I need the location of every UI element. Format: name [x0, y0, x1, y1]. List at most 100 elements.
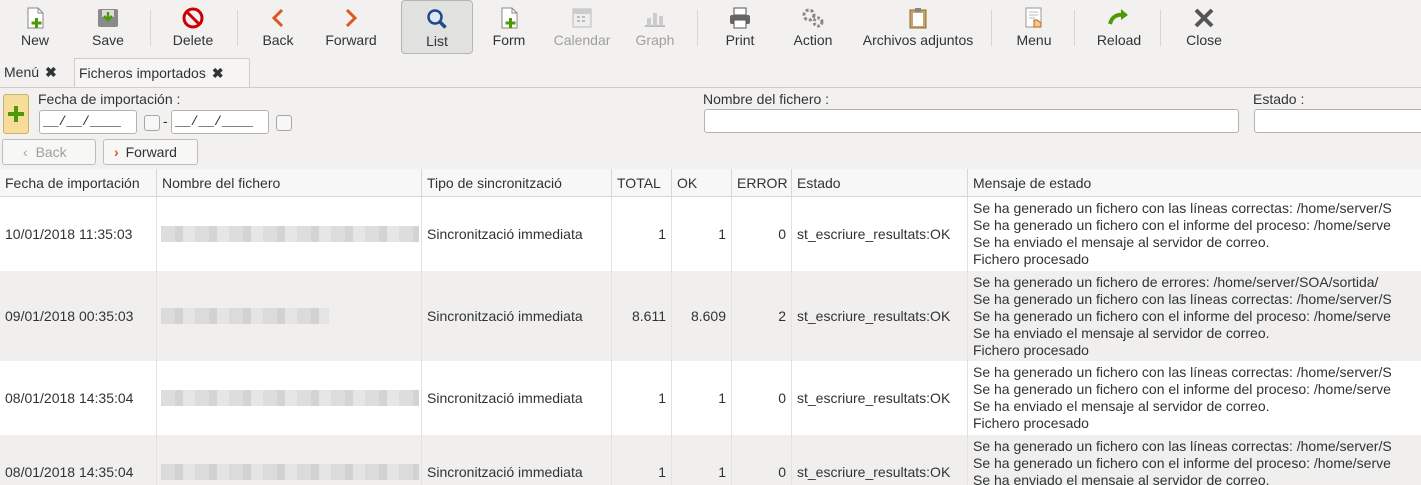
redacted-file-name	[161, 226, 419, 242]
cell-sync-type: Sincronització immediata	[422, 271, 612, 361]
cell-error: 0	[732, 197, 792, 271]
action-button[interactable]: Action	[786, 0, 840, 56]
status-input[interactable]	[1254, 109, 1421, 133]
table-header: Fecha de importación Nombre del fichero …	[0, 169, 1421, 197]
new-button[interactable]: New	[10, 0, 60, 56]
tab-bar: Menú ✖ Ficheros importados ✖	[0, 56, 1421, 88]
column-header-message[interactable]: Mensaje de estado	[968, 169, 1421, 196]
calendar-button[interactable]: Calendar	[548, 0, 616, 56]
message-lines: Se ha generado un fichero con las líneas…	[973, 438, 1392, 485]
toolbar-separator	[237, 10, 238, 46]
date-from-calendar-icon[interactable]	[144, 115, 160, 131]
cell-file-name	[157, 271, 422, 361]
cell-message: Se ha generado un fichero con las líneas…	[968, 435, 1421, 485]
cell-ok: 1	[672, 435, 732, 485]
cell-total: 1	[612, 197, 672, 271]
cell-status: st_escriure_resultats:OK	[792, 271, 968, 361]
cell-error: 2	[732, 271, 792, 361]
filter-panel: Fecha de importación : __/__/____ - __/_…	[0, 88, 1421, 168]
tab-label: Ficheros importados	[79, 65, 206, 81]
graph-button[interactable]: Graph	[629, 0, 681, 56]
save-button[interactable]: Save	[83, 0, 133, 56]
tab-close-icon[interactable]: ✖	[212, 65, 224, 81]
close-button[interactable]: Close	[1179, 0, 1229, 56]
cell-status: st_escriure_resultats:OK	[792, 361, 968, 435]
message-lines: Se ha generado un fichero con las líneas…	[973, 364, 1392, 431]
toolbar-separator	[697, 10, 698, 46]
filter-back-button[interactable]: ‹ Back	[2, 139, 96, 165]
table-row[interactable]: 09/01/2018 00:35:03 Sincronització immed…	[0, 271, 1421, 361]
filter-forward-button[interactable]: › Forward	[103, 139, 198, 165]
file-name-filter-label: Nombre del fichero :	[703, 91, 830, 107]
tab-menu[interactable]: Menú ✖	[0, 58, 72, 86]
cell-total: 1	[612, 361, 672, 435]
add-filter-button[interactable]	[3, 94, 29, 134]
chevron-right-icon: ›	[114, 144, 119, 160]
date-filter-label: Fecha de importación :	[38, 91, 181, 107]
forward-button[interactable]: Forward	[318, 0, 384, 56]
table-row[interactable]: 10/01/2018 11:35:03 Sincronització immed…	[0, 197, 1421, 271]
table-row[interactable]: 08/01/2018 14:35:04 Sincronització immed…	[0, 435, 1421, 485]
cell-date: 09/01/2018 00:35:03	[0, 271, 157, 361]
column-header-date[interactable]: Fecha de importación	[0, 169, 157, 196]
toolbar-separator	[1074, 10, 1075, 46]
chevron-left-icon: ‹	[23, 144, 28, 160]
column-header-status[interactable]: Estado	[792, 169, 968, 196]
cell-ok: 8.609	[672, 271, 732, 361]
column-header-total[interactable]: TOTAL	[612, 169, 672, 196]
cell-total: 8.611	[612, 271, 672, 361]
cell-total: 1	[612, 435, 672, 485]
message-lines: Se ha generado un fichero con las líneas…	[973, 200, 1392, 267]
redacted-file-name	[161, 464, 419, 480]
redacted-file-name	[161, 390, 419, 406]
search-icon	[427, 9, 447, 29]
date-range-separator: -	[163, 113, 168, 129]
cell-file-name	[157, 197, 422, 271]
toolbar-separator	[1160, 10, 1161, 46]
tab-label: Menú	[4, 64, 40, 80]
date-from-input[interactable]: __/__/____	[39, 110, 137, 134]
list-button[interactable]: List	[401, 0, 473, 54]
toolbar: New Save Delete Back Forward List Form C…	[0, 0, 1421, 56]
column-header-sync-type[interactable]: Tipo de sincronització	[422, 169, 612, 196]
column-header-file-name[interactable]: Nombre del fichero	[157, 169, 422, 196]
reload-icon	[1108, 9, 1128, 25]
cell-status: st_escriure_resultats:OK	[792, 197, 968, 271]
printer-icon	[730, 7, 750, 29]
column-header-error[interactable]: ERROR	[732, 169, 792, 196]
save-icon	[98, 9, 118, 27]
toolbar-separator	[150, 10, 151, 46]
calendar-icon	[572, 8, 592, 28]
table-row[interactable]: 08/01/2018 14:35:04 Sincronització immed…	[0, 361, 1421, 435]
print-button[interactable]: Print	[715, 0, 765, 56]
attachments-button[interactable]: Archivos adjuntos	[853, 0, 983, 56]
form-icon	[501, 7, 518, 29]
menu-button[interactable]: Menu	[1009, 0, 1059, 56]
cell-message: Se ha generado un fichero de errores: /h…	[968, 271, 1421, 361]
date-to-calendar-icon[interactable]	[276, 115, 292, 131]
clipboard-icon	[909, 8, 927, 29]
cell-date: 08/01/2018 14:35:04	[0, 361, 157, 435]
cell-sync-type: Sincronització immediata	[422, 361, 612, 435]
cell-message: Se ha generado un fichero con las líneas…	[968, 197, 1421, 271]
cell-error: 0	[732, 361, 792, 435]
column-header-ok[interactable]: OK	[672, 169, 732, 196]
menu-hand-icon	[1025, 7, 1042, 28]
file-name-input[interactable]	[704, 109, 1239, 133]
form-button[interactable]: Form	[484, 0, 534, 56]
cell-sync-type: Sincronització immediata	[422, 435, 612, 485]
tab-ficheros-importados[interactable]: Ficheros importados ✖	[74, 58, 250, 87]
message-lines: Se ha generado un fichero de errores: /h…	[973, 274, 1392, 358]
cell-ok: 1	[672, 361, 732, 435]
tab-close-icon[interactable]: ✖	[45, 64, 57, 80]
cell-error: 0	[732, 435, 792, 485]
date-to-input[interactable]: __/__/____	[171, 110, 269, 134]
cell-sync-type: Sincronització immediata	[422, 197, 612, 271]
chevron-right-icon	[345, 8, 358, 28]
reload-button[interactable]: Reload	[1092, 0, 1146, 56]
status-filter-label: Estado :	[1253, 91, 1305, 107]
chevron-left-icon	[271, 8, 284, 28]
delete-button[interactable]: Delete	[163, 0, 223, 56]
back-button[interactable]: Back	[253, 0, 303, 56]
cell-ok: 1	[672, 197, 732, 271]
